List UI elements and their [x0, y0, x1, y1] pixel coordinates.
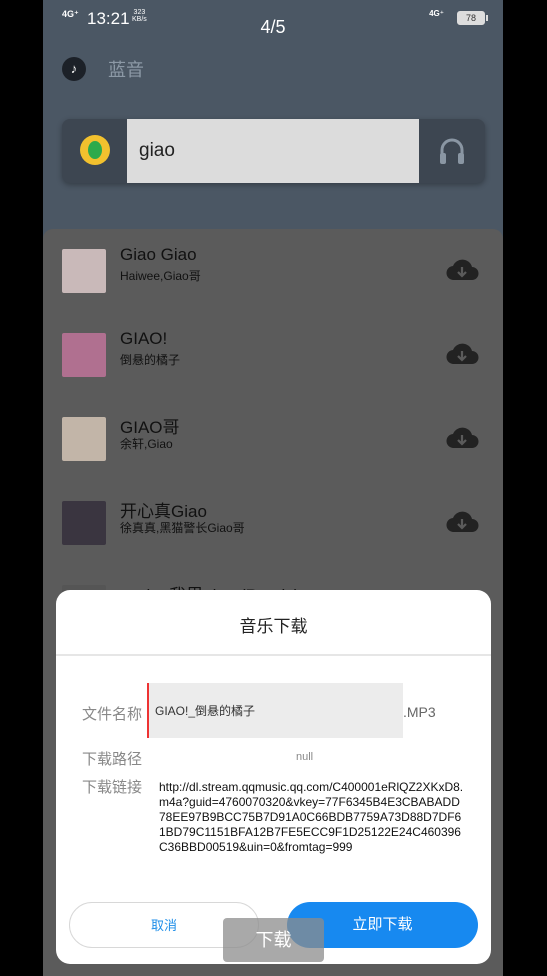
album-cover [62, 249, 106, 293]
dialog-title: 音乐下载 [239, 617, 308, 636]
song-title: Giao Giao [120, 245, 197, 264]
song-artist: Haiwee,Giao哥 [120, 269, 201, 283]
filename-label: 文件名称 [82, 706, 143, 723]
search-bar [62, 119, 485, 183]
cloud-download-icon[interactable] [445, 258, 479, 282]
signal-right: 4G⁺ [429, 9, 444, 18]
song-title: GIAO! [120, 329, 168, 348]
album-cover [62, 333, 106, 377]
cloud-download-icon[interactable] [445, 342, 479, 366]
album-cover [62, 417, 106, 461]
path-label: 下载路径 [82, 751, 143, 768]
list-item[interactable]: Giao Giao Haiwee,Giao哥 [43, 229, 503, 313]
download-dialog: 音乐下载 文件名称 .MP3 下载路径 null 下载链接 http://dl.… [56, 590, 491, 964]
link-label: 下载链接 [82, 779, 143, 796]
battery-level: 78 [458, 12, 484, 24]
battery-icon: 78 [457, 11, 488, 25]
album-cover [62, 501, 106, 545]
headphones-icon[interactable] [439, 136, 465, 166]
song-artist: 余轩,Giao [120, 437, 173, 451]
cloud-download-icon[interactable] [445, 510, 479, 534]
page-indicator: 4/5 [260, 17, 286, 37]
speed-value: 323 [133, 9, 146, 16]
floating-download-button[interactable]: 下载 [223, 918, 324, 962]
app-name: 蓝音 [108, 60, 144, 80]
status-bar: 4G⁺ 13:21 323 KB/s 4/5 4G⁺ 78 [43, 0, 503, 38]
list-item[interactable]: GIAO哥 余轩,Giao [43, 397, 503, 481]
song-artist: 徐真真,黑猫警长Giao哥 [120, 521, 245, 535]
search-input[interactable] [127, 119, 419, 183]
app-header: ♪ 蓝音 [62, 56, 144, 82]
qq-music-logo-icon[interactable] [80, 135, 110, 165]
path-value: null [296, 751, 314, 763]
list-item[interactable]: 开心真Giao 徐真真,黑猫警长Giao哥 [43, 481, 503, 565]
song-artist: 倒悬的橘子 [120, 353, 181, 367]
dialog-divider [56, 654, 491, 656]
music-note-icon: ♪ [62, 57, 86, 81]
list-item[interactable]: GIAO! 倒悬的橘子 [43, 313, 503, 397]
filename-input[interactable] [147, 683, 403, 738]
cloud-download-icon[interactable] [445, 426, 479, 450]
link-value: http://dl.stream.qqmusic.qq.com/C400001e… [159, 780, 464, 854]
file-extension: .MP3 [403, 704, 436, 720]
